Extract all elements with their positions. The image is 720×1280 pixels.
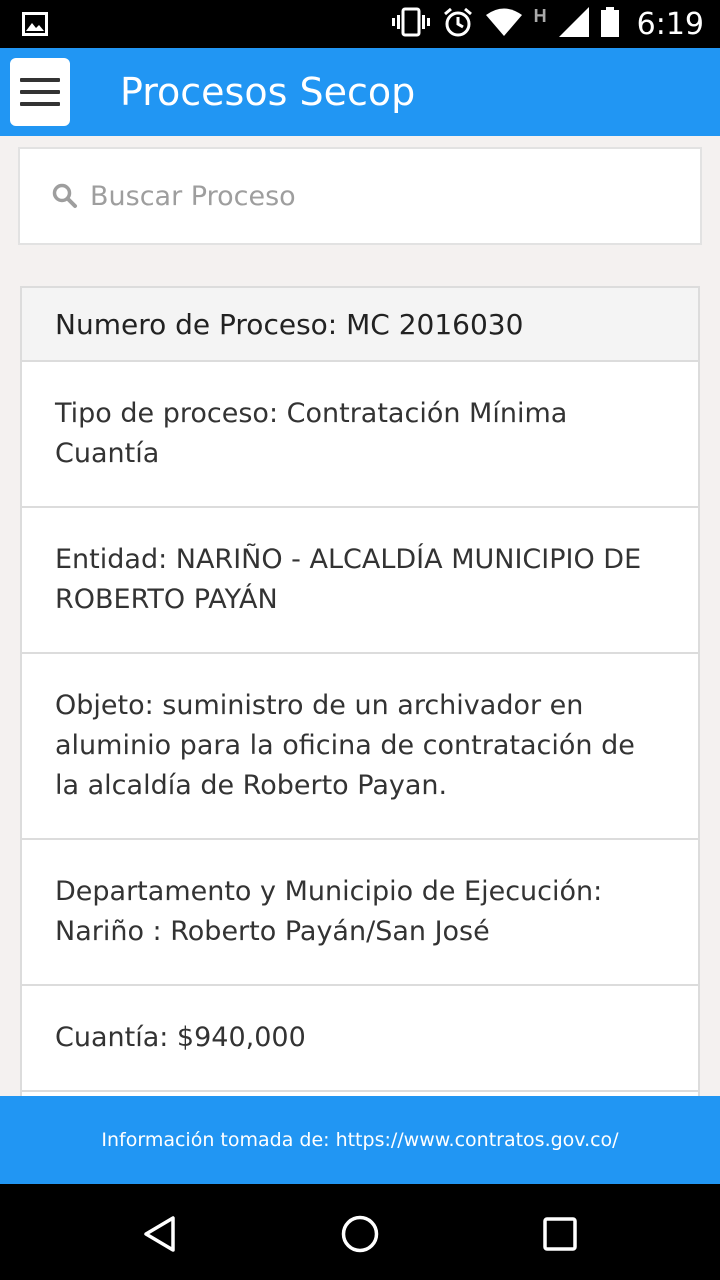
process-location: Departamento y Municipio de Ejecución: N… [22,840,698,986]
process-type: Tipo de proceso: Contratación Mínima Cua… [22,362,698,508]
recents-icon[interactable] [536,1210,584,1258]
status-bar: H 6:19 [0,0,720,48]
home-icon[interactable] [336,1210,384,1258]
source-footer: Información tomada de: https://www.contr… [0,1096,720,1184]
back-icon[interactable] [136,1210,184,1258]
alarm-icon [442,6,474,43]
search-input[interactable] [90,180,650,212]
hamburger-menu-icon[interactable] [10,58,70,126]
navigation-bar [0,1184,720,1280]
app-bar: Procesos Secop [0,48,720,136]
vibrate-icon [391,7,430,42]
signal-icon [558,6,589,42]
network-type-label: H [533,6,547,26]
process-entity: Entidad: NARIÑO - ALCALDÍA MUNICIPIO DE … [22,508,698,654]
wifi-icon [485,8,522,41]
process-amount: Cuantía: $940,000 [22,986,698,1092]
process-object: Objeto: suministro de un archivador en a… [22,654,698,840]
search-icon [52,183,77,208]
process-card: Numero de Proceso: MC 2016030 Tipo de pr… [20,286,700,1106]
image-icon [22,12,48,41]
search-box[interactable] [18,147,702,245]
page-title: Procesos Secop [120,70,416,114]
process-number: Numero de Proceso: MC 2016030 [22,288,698,362]
source-text: Información tomada de: https://www.contr… [101,1129,619,1151]
battery-icon [600,6,619,42]
clock: 6:19 [636,6,704,42]
